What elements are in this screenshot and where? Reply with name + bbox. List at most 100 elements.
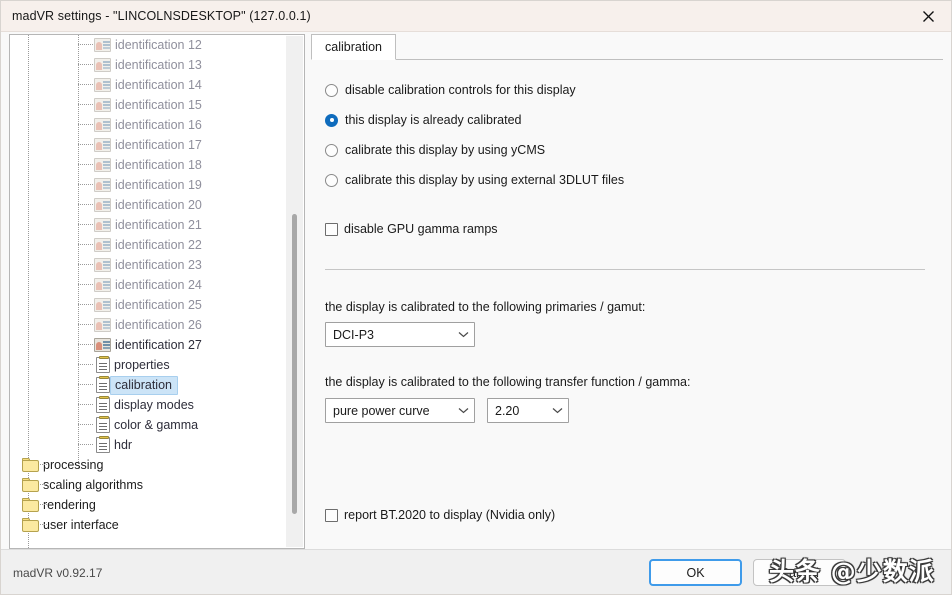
checkbox-row-disable-gpu-gamma-ramps[interactable]: disable GPU gamma ramps <box>325 222 498 236</box>
tree-item-page[interactable]: display modes <box>10 395 286 415</box>
settings-tree-panel[interactable]: identification 12 identification 13 identi… <box>9 34 305 549</box>
tree-connector <box>78 104 94 105</box>
radio-row-already-calibrated[interactable]: this display is already calibrated <box>325 113 521 127</box>
radio-already-calibrated[interactable] <box>325 113 338 127</box>
primaries-dropdown[interactable]: DCI-P3 <box>325 322 475 347</box>
tree-connector <box>78 424 94 425</box>
identification-card-icon <box>94 198 111 212</box>
section-divider <box>325 269 925 270</box>
tree-rows-container: identification 12 identification 13 identi… <box>10 35 286 535</box>
radio-row-3dlut[interactable]: calibrate this display by using external… <box>325 173 624 187</box>
radio-row-ycms[interactable]: calibrate this display by using yCMS <box>325 143 545 157</box>
tree-item-identification[interactable]: identification 15 <box>10 95 286 115</box>
radio-calibrate-using-ycms[interactable] <box>325 143 338 157</box>
tree-item-label: identification 24 <box>115 278 202 292</box>
radio-label-ycms: calibrate this display by using yCMS <box>345 143 546 157</box>
tree-item-label: identification 22 <box>115 238 202 252</box>
tree-item-label: identification 12 <box>115 38 202 52</box>
window-title: madVR settings - "LINCOLNSDESKTOP" (127.… <box>12 9 311 23</box>
tree-scrollbar-thumb[interactable] <box>292 214 297 514</box>
folder-icon <box>22 478 39 492</box>
radio-calibrate-using-3dlut[interactable] <box>325 173 338 187</box>
tree-item-identification[interactable]: identification 19 <box>10 175 286 195</box>
tree-item-identification[interactable]: identification 17 <box>10 135 286 155</box>
tree-item-identification[interactable]: identification 12 <box>10 35 286 55</box>
tree-connector <box>78 264 94 265</box>
tree-item-page[interactable]: properties <box>10 355 286 375</box>
folder-icon <box>22 518 39 532</box>
tree-item-label: identification 23 <box>115 258 202 272</box>
identification-card-icon <box>94 98 111 112</box>
tree-item-label: user interface <box>43 518 119 532</box>
folder-icon <box>22 498 39 512</box>
gamma-value-dropdown-value: 2.20 <box>495 403 520 418</box>
tree-item-label: display modes <box>114 398 194 412</box>
transfer-function-dropdown[interactable]: pure power curve <box>325 398 475 423</box>
tree-item-identification[interactable]: identification 21 <box>10 215 286 235</box>
settings-tree: identification 12 identification 13 identi… <box>10 35 286 548</box>
tab-calibration[interactable]: calibration <box>311 34 396 60</box>
tree-connector <box>78 244 94 245</box>
tree-item-identification[interactable]: identification 27 <box>10 335 286 355</box>
tree-item-identification[interactable]: identification 13 <box>10 55 286 75</box>
tab-strip: calibration <box>311 34 943 60</box>
tree-connector <box>78 124 94 125</box>
tree-item-folder[interactable]: scaling algorithms <box>10 475 286 495</box>
tree-item-label: identification 20 <box>115 198 202 212</box>
tree-connector <box>40 504 48 505</box>
tree-item-identification[interactable]: identification 14 <box>10 75 286 95</box>
identification-card-icon <box>94 278 111 292</box>
madvr-settings-window: madVR settings - "LINCOLNSDESKTOP" (127.… <box>0 0 952 595</box>
tree-scrollbar[interactable] <box>286 36 303 547</box>
close-window-button[interactable] <box>905 1 951 31</box>
radio-label-disable-calibration-controls: disable calibration controls for this di… <box>345 83 576 97</box>
folder-icon <box>22 458 39 472</box>
checkbox-row-report-bt2020[interactable]: report BT.2020 to display (Nvidia only) <box>325 508 555 522</box>
tree-connector <box>40 524 48 525</box>
cancel-button[interactable]: Cancel <box>753 559 846 586</box>
tree-item-label: rendering <box>43 498 96 512</box>
tree-item-identification[interactable]: identification 23 <box>10 255 286 275</box>
identification-card-icon <box>94 318 111 332</box>
identification-card-icon <box>94 118 111 132</box>
identification-card-icon <box>94 298 111 312</box>
tree-connector <box>78 184 94 185</box>
identification-card-icon <box>94 38 111 52</box>
tree-item-folder[interactable]: user interface <box>10 515 286 535</box>
tree-connector <box>78 384 94 385</box>
tree-item-label: properties <box>114 358 170 372</box>
tree-item-identification[interactable]: identification 22 <box>10 235 286 255</box>
tree-item-identification[interactable]: identification 16 <box>10 115 286 135</box>
tree-item-identification[interactable]: identification 18 <box>10 155 286 175</box>
document-page-icon <box>96 416 110 433</box>
gamma-value-dropdown[interactable]: 2.20 <box>487 398 569 423</box>
radio-row-disable-calibration-controls[interactable]: disable calibration controls for this di… <box>325 83 576 97</box>
ok-button[interactable]: OK <box>649 559 742 586</box>
tree-connector <box>78 224 94 225</box>
chevron-down-icon <box>546 407 568 414</box>
tree-connector <box>78 444 94 445</box>
tree-connector <box>40 484 48 485</box>
tree-item-label: identification 18 <box>115 158 202 172</box>
radio-label-3dlut: calibrate this display by using external… <box>345 173 625 187</box>
tree-item-page-selected[interactable]: calibration <box>10 375 286 395</box>
tree-connector <box>78 344 94 345</box>
tree-item-folder[interactable]: processing <box>10 455 286 475</box>
tree-item-page[interactable]: hdr <box>10 435 286 455</box>
identification-card-icon <box>94 138 111 152</box>
radio-disable-calibration-controls[interactable] <box>325 83 338 97</box>
tree-connector <box>78 304 94 305</box>
tree-item-identification[interactable]: identification 26 <box>10 315 286 335</box>
transfer-function-label: the display is calibrated to the followi… <box>325 375 691 389</box>
tree-item-identification[interactable]: identification 24 <box>10 275 286 295</box>
tree-item-label: identification 27 <box>115 338 202 352</box>
tree-item-identification[interactable]: identification 25 <box>10 295 286 315</box>
tree-item-identification[interactable]: identification 20 <box>10 195 286 215</box>
tree-item-folder[interactable]: rendering <box>10 495 286 515</box>
tree-item-label: identification 15 <box>115 98 202 112</box>
identification-card-icon <box>94 338 111 352</box>
tree-item-label: identification 21 <box>115 218 202 232</box>
checkbox-report-bt2020[interactable] <box>325 508 338 522</box>
tree-item-page[interactable]: color & gamma <box>10 415 286 435</box>
checkbox-disable-gpu-gamma-ramps[interactable] <box>325 222 338 236</box>
